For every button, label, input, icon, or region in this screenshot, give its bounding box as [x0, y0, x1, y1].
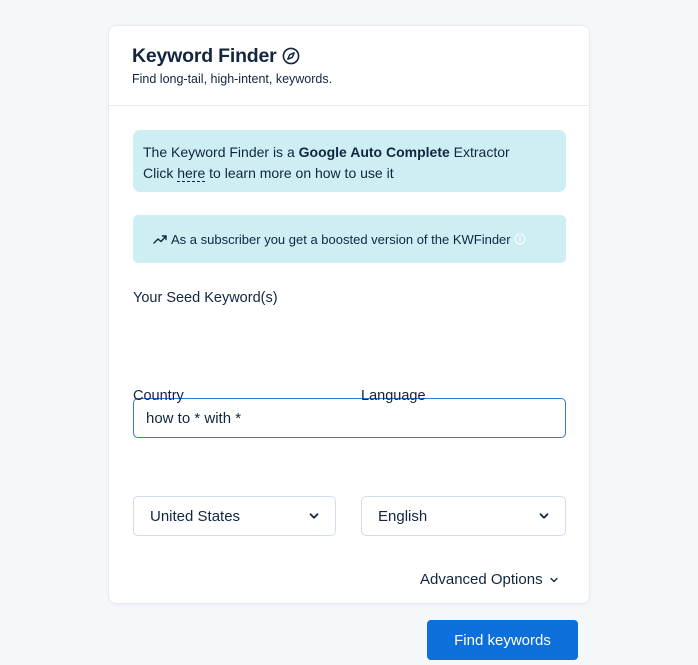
info-line-2: Click here to learn more on how to use i… [143, 163, 556, 184]
info-line-2-prefix: Click [143, 165, 178, 181]
advanced-options-label: Advanced Options [420, 571, 543, 588]
seed-keyword-label: Your Seed Keyword(s) [133, 290, 278, 306]
chevron-down-icon [549, 575, 559, 585]
info-circle-icon[interactable] [514, 233, 526, 245]
info-line-1-suffix: Extractor [449, 144, 510, 160]
chevron-down-icon [309, 511, 319, 521]
find-keywords-button[interactable]: Find keywords [427, 620, 578, 660]
advanced-options-toggle[interactable]: Advanced Options [420, 571, 559, 588]
info-alert: The Keyword Finder is a Google Auto Comp… [133, 130, 566, 192]
language-label: Language [361, 388, 426, 404]
boost-alert: As a subscriber you get a boosted versio… [133, 215, 566, 263]
country-select[interactable]: United States [133, 496, 336, 536]
info-line-1-bold: Google Auto Complete [298, 144, 450, 160]
seed-keyword-input[interactable] [133, 398, 566, 438]
country-label: Country [133, 388, 184, 404]
help-link[interactable]: here [177, 165, 206, 182]
page-subtitle: Find long-tail, high-intent, keywords. [132, 72, 333, 86]
info-line-1: The Keyword Finder is a Google Auto Comp… [143, 142, 556, 163]
info-line-2-suffix: to learn more on how to use it [205, 165, 394, 181]
trending-up-icon [153, 233, 168, 245]
card-header: Keyword Finder Find long-tail, high-inte… [109, 26, 589, 106]
language-select-value: English [378, 507, 428, 525]
page-title: Keyword Finder [132, 44, 277, 67]
keyword-finder-card: Keyword Finder Find long-tail, high-inte… [108, 25, 590, 660]
compass-icon [282, 47, 300, 65]
language-select[interactable]: English [361, 496, 566, 536]
chevron-down-icon [539, 511, 549, 521]
boost-text: As a subscriber you get a boosted versio… [171, 231, 511, 247]
info-line-1-prefix: The Keyword Finder is a [143, 144, 299, 160]
title-row: Keyword Finder [132, 43, 566, 69]
country-select-value: United States [150, 507, 241, 525]
